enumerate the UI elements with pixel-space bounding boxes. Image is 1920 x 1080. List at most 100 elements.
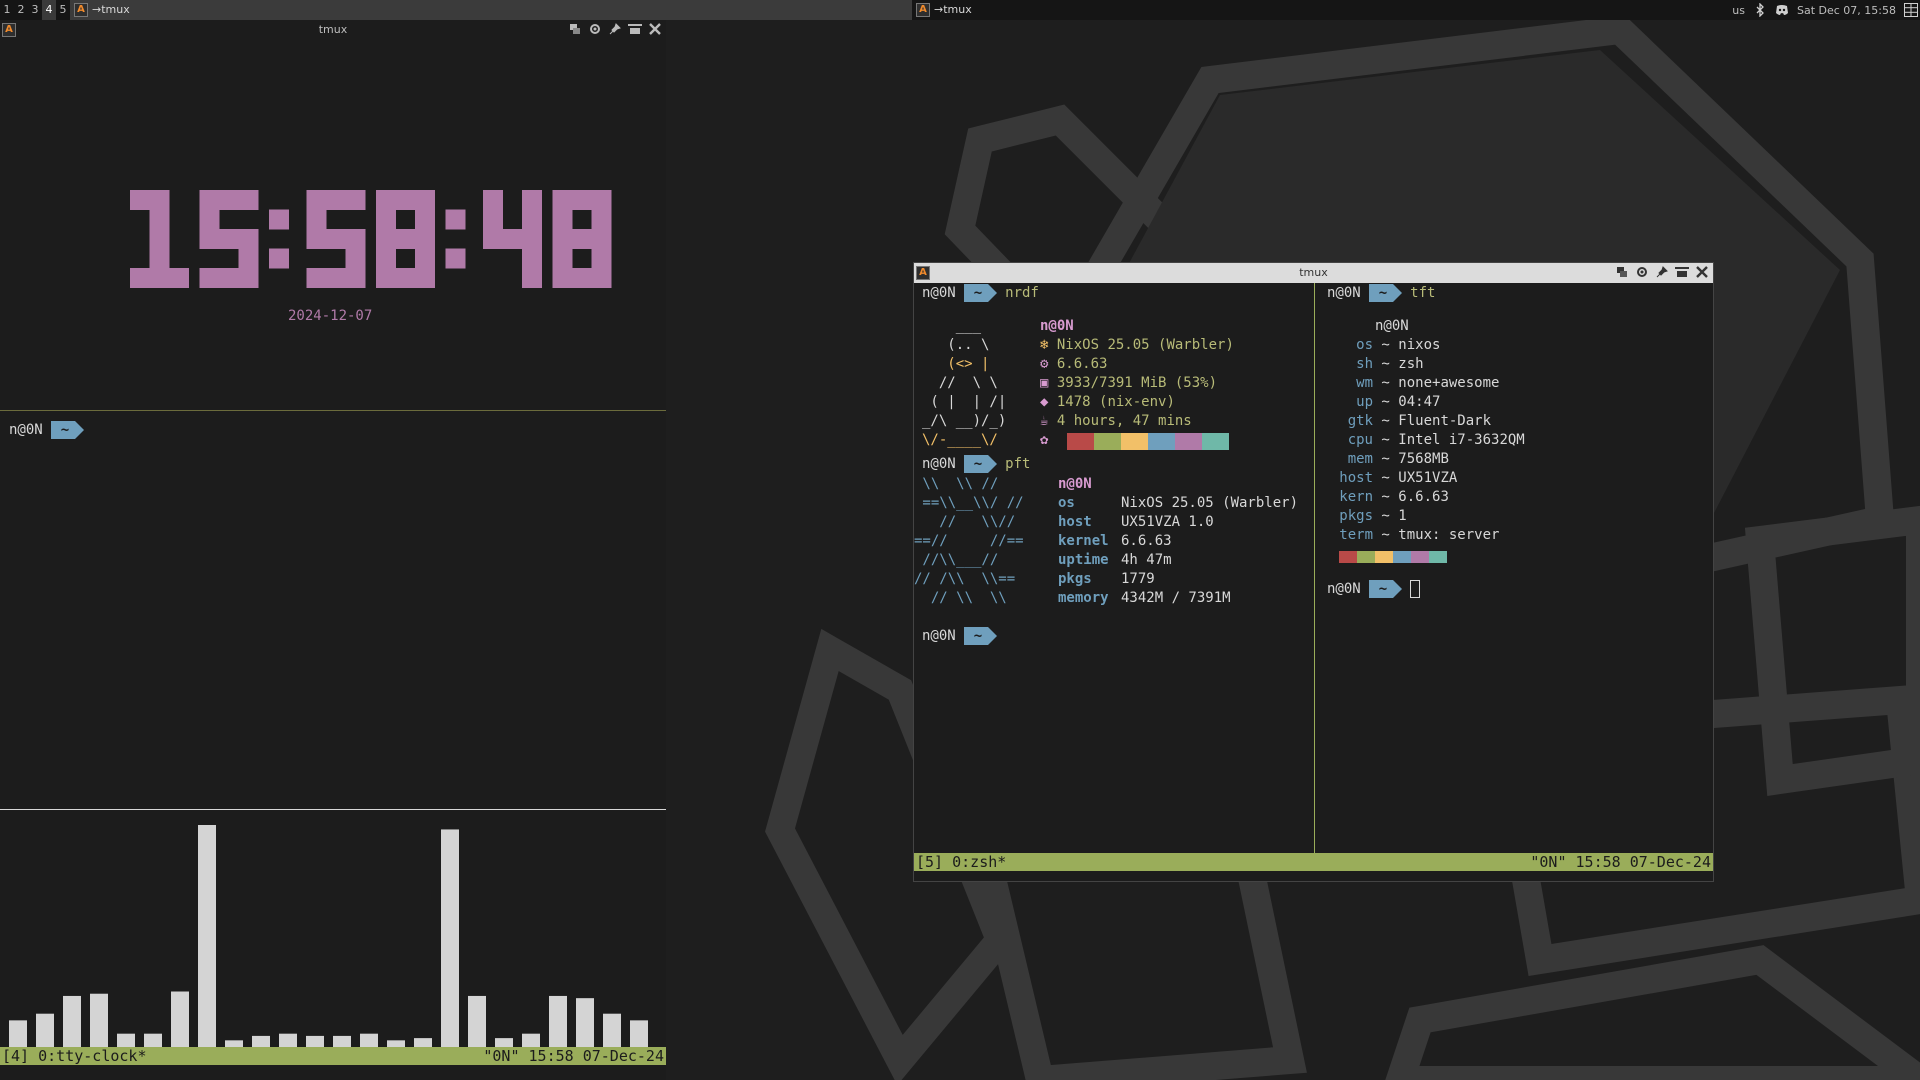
top-panel: 1 2 3 4 5 A →tmux A →tmux us Sat Dec 07,… (0, 0, 1920, 20)
sticky-pin-icon[interactable] (608, 22, 622, 36)
visualizer-bar (387, 1040, 405, 1047)
prompt-dir-segment: ~ (1368, 580, 1403, 598)
visualizer-bar (576, 998, 594, 1047)
window-titlebar[interactable]: A tmux (914, 263, 1713, 283)
tft-value: tmux: server (1398, 527, 1500, 543)
tft-label: wm (1356, 375, 1373, 391)
window-title: tmux (318, 23, 348, 36)
status-window-list[interactable]: [5] 0:zsh* (916, 853, 1006, 871)
color-swatch (1357, 551, 1375, 563)
uptime-icon: ☕ (1040, 413, 1049, 429)
tag-4[interactable]: 4 (42, 0, 56, 20)
color-swatch (1175, 433, 1202, 450)
ascii-line: // \\// (914, 514, 1016, 530)
nrdf-packages-value: 1478 (nix-env) (1056, 394, 1175, 410)
tft-separator: ~ (1373, 489, 1399, 505)
ontop-button-icon[interactable] (1675, 265, 1689, 279)
shell-prompt: n@0N ~ pft (922, 454, 1030, 474)
visualizer-bar (36, 1013, 54, 1047)
tft-label: pkgs (1339, 508, 1373, 524)
clock-widget[interactable]: Sat Dec 07, 15:58 (1797, 4, 1896, 17)
visualizer-bar (225, 1040, 243, 1047)
ontop-button-icon[interactable] (628, 22, 642, 36)
tft-row: up ~ 04:47 (1315, 394, 1715, 410)
prompt-dir-segment: ~ (963, 627, 998, 645)
status-window-list[interactable]: [4] 0:tty-clock* (2, 1047, 147, 1065)
tasklist-item-tmux-2[interactable]: A →tmux (912, 0, 1412, 20)
sticky-pin-icon[interactable] (1655, 265, 1669, 279)
visualizer-bar (441, 829, 459, 1047)
maximize-button-icon[interactable] (588, 22, 602, 36)
close-button-icon[interactable] (1695, 265, 1709, 279)
tmux-pane-left[interactable]: n@0N ~ nrdf ___ (.. \ (<> | // \ \ ( | |… (914, 283, 1314, 855)
tty-clock-pane: 2024-12-07 (0, 40, 666, 430)
ascii-line: (.. \ (922, 337, 990, 353)
visualizer-bar (198, 825, 216, 1047)
visualizer-bar (468, 995, 486, 1047)
tag-5[interactable]: 5 (56, 0, 70, 20)
clock-colon (445, 209, 466, 269)
visualizer-bar (279, 1033, 297, 1047)
color-swatch (1339, 551, 1357, 563)
ascii-line: _/\ __)/_) (922, 413, 1007, 429)
close-button-icon[interactable] (648, 22, 662, 36)
ascii-line: // /\\ \\== (914, 571, 1016, 587)
tmux-pane-right[interactable]: n@0N ~ tft n@0N os ~ nixos sh ~ zsh wm ~ n… (1315, 283, 1713, 855)
nrdf-uptime-value: 4 hours, 47 mins (1056, 413, 1192, 429)
visualizer-bar (144, 1033, 162, 1047)
prompt-dir: ~ (963, 284, 989, 302)
floating-button-icon[interactable] (1615, 265, 1629, 279)
visualizer-bar (603, 1013, 621, 1047)
tft-label: host (1339, 470, 1373, 486)
ascii-line: // \ \ (922, 375, 998, 391)
tft-separator: ~ (1373, 470, 1399, 486)
color-swatch (1067, 433, 1094, 450)
tft-row: term ~ tmux: server (1315, 527, 1715, 543)
tmux-window-left[interactable]: A tmux 2024-12-07 n@0N ~ [4] 0:tty-clock… (0, 20, 666, 1080)
tasklist-item-tmux-1[interactable]: A →tmux (70, 0, 912, 20)
nrdf-memory-value: 3933/7391 MiB (53%) (1056, 375, 1218, 391)
prompt-dir-segment: ~ (963, 455, 998, 473)
color-swatch (1202, 433, 1229, 450)
maximize-button-icon[interactable] (1635, 265, 1649, 279)
pft-value: NixOS 25.05 (Warbler) (1121, 495, 1299, 511)
clock-digit (483, 190, 542, 288)
color-swatch (1148, 433, 1175, 450)
tmux-window-right[interactable]: A tmux n@0N ~ nrdf ___ (.. \ (<> | // \ … (913, 262, 1714, 882)
tft-row: os ~ nixos (1315, 337, 1715, 353)
layout-grid-icon[interactable] (1904, 3, 1918, 17)
visualizer-bar (63, 995, 81, 1047)
bluetooth-icon[interactable] (1753, 3, 1767, 17)
visualizer-bar (360, 1033, 378, 1047)
pft-label: kernel (1058, 533, 1109, 549)
pane-divider[interactable] (0, 809, 666, 810)
prompt-dir-segment: ~ (50, 421, 85, 439)
tft-row: cpu ~ Intel i7-3632QM (1315, 432, 1715, 448)
task-title: →tmux (934, 3, 972, 16)
tft-row: kern ~ 6.6.63 (1315, 489, 1715, 505)
tag-1[interactable]: 1 (0, 0, 14, 20)
clock-digit (306, 190, 366, 288)
tft-value: UX51VZA (1398, 470, 1458, 486)
tmux-status-bar: [5] 0:zsh* "0N" 15:58 07-Dec-24 (914, 853, 1713, 871)
pane-divider[interactable] (0, 410, 666, 411)
tft-value: none+awesome (1398, 375, 1500, 391)
floating-button-icon[interactable] (568, 22, 582, 36)
tag-3[interactable]: 3 (28, 0, 42, 20)
pft-label: uptime (1058, 552, 1109, 568)
tft-row: gtk ~ Fluent-Dark (1315, 413, 1715, 429)
color-palette (1339, 551, 1447, 563)
window-titlebar[interactable]: A tmux (0, 20, 666, 40)
pft-label: os (1058, 495, 1075, 511)
keyboard-layout[interactable]: us (1732, 4, 1745, 17)
prompt-dir: ~ (50, 421, 76, 439)
status-right: "0N" 15:58 07-Dec-24 (483, 1047, 664, 1065)
clock-date: 2024-12-07 (288, 308, 373, 324)
discord-icon[interactable] (1775, 3, 1789, 17)
shell-prompt[interactable]: n@0N ~ (9, 420, 85, 440)
tft-value: 04:47 (1398, 394, 1441, 410)
tft-label: cpu (1347, 432, 1373, 448)
shell-prompt: n@0N ~ tft (1327, 283, 1435, 303)
tag-2[interactable]: 2 (14, 0, 28, 20)
visualizer-bar (171, 991, 189, 1047)
